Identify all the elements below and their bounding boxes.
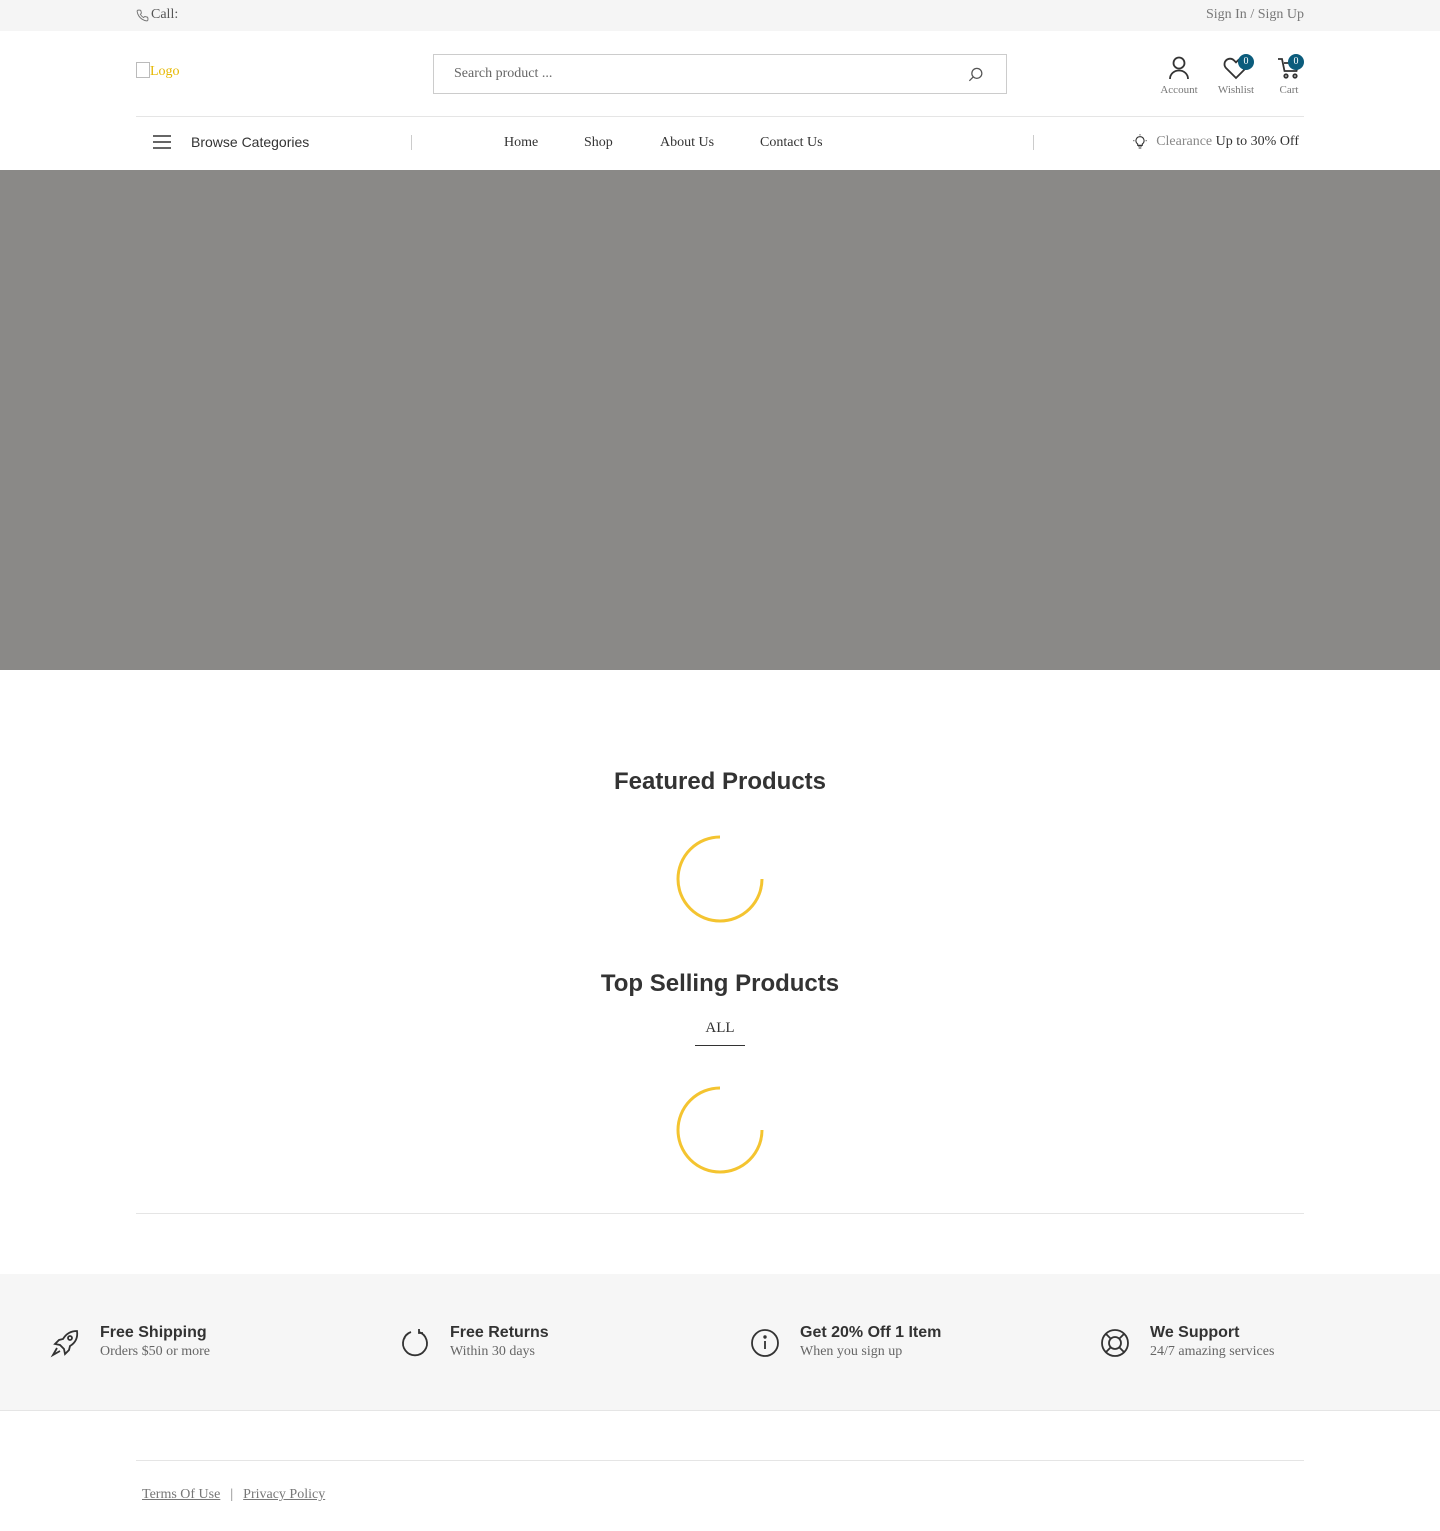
feature-support: We Support 24/7 amazing services	[1100, 1324, 1274, 1360]
feature-subtitle: Orders $50 or more	[100, 1344, 211, 1359]
nav-separator	[411, 135, 412, 150]
auth-links: Sign In / Sign Up	[1206, 7, 1304, 23]
hero-banner	[0, 170, 1440, 670]
nav-item-shop[interactable]: Shop	[584, 135, 613, 151]
wishlist-label: Wishlist	[1217, 84, 1255, 96]
footer-divider	[136, 1460, 1304, 1461]
cart-button[interactable]: Cart 0	[1272, 54, 1306, 96]
search-input[interactable]	[434, 55, 934, 93]
clearance-link[interactable]: Clearance Up to 30% Off	[1132, 134, 1299, 150]
footer-links: Terms Of Use | Privacy Policy	[142, 1487, 325, 1503]
nav-item-contact-us[interactable]: Contact Us	[760, 135, 823, 151]
browse-categories-button[interactable]: Browse Categories	[153, 134, 309, 150]
account-label: Account	[1160, 84, 1198, 96]
top-bar: Call: Sign In / Sign Up	[0, 0, 1440, 31]
clearance-label: Clearance	[1156, 134, 1213, 149]
top-selling-title: Top Selling Products	[600, 970, 840, 997]
sign-in-link[interactable]: Sign In	[1206, 7, 1247, 22]
clearance-offer: Up to 30% Off	[1215, 134, 1299, 149]
footer-separator: |	[230, 1487, 234, 1502]
feature-title: Free Returns	[450, 1324, 549, 1341]
call-label: Call:	[151, 7, 179, 22]
cart-count-badge: 0	[1288, 54, 1304, 70]
loading-spinner-icon	[676, 1086, 764, 1174]
cart-label: Cart	[1279, 84, 1299, 96]
feature-title: Get 20% Off 1 Item	[800, 1324, 942, 1341]
loading-spinner-icon	[676, 835, 764, 923]
feature-title: We Support	[1150, 1324, 1240, 1341]
features-strip: Free Shipping Orders $50 or more Free Re…	[0, 1274, 1440, 1411]
user-icon	[1169, 56, 1189, 80]
rotate-icon	[402, 1329, 428, 1357]
hamburger-icon	[153, 135, 171, 149]
search-icon[interactable]	[966, 65, 986, 85]
featured-products-title: Featured Products	[613, 768, 827, 795]
lifebuoy-icon	[1101, 1329, 1129, 1357]
call-info: Call:	[136, 7, 178, 23]
broken-image-icon	[136, 62, 150, 78]
header-divider	[136, 116, 1304, 117]
nav-separator	[1033, 135, 1034, 150]
logo-alt-text: Logo	[150, 64, 180, 79]
browse-categories-label: Browse Categories	[191, 134, 310, 150]
nav-item-home[interactable]: Home	[504, 135, 538, 151]
nav-item-about-us[interactable]: About Us	[660, 135, 714, 151]
info-icon	[751, 1329, 779, 1357]
terms-of-use-link[interactable]: Terms Of Use	[142, 1487, 220, 1503]
wishlist-count-badge: 0	[1238, 54, 1254, 70]
search-bar	[433, 54, 1007, 94]
auth-separator: /	[1246, 7, 1258, 22]
logo[interactable]: Logo	[136, 62, 180, 80]
section-divider	[136, 1213, 1304, 1214]
rocket-icon	[50, 1330, 79, 1358]
feature-discount: Get 20% Off 1 Item When you sign up	[750, 1324, 941, 1360]
feature-subtitle: When you sign up	[800, 1344, 903, 1359]
tab-all[interactable]: ALL	[695, 1020, 745, 1046]
account-button[interactable]: Account	[1158, 56, 1200, 96]
feature-subtitle: 24/7 amazing services	[1150, 1344, 1275, 1359]
sign-up-link[interactable]: Sign Up	[1258, 7, 1304, 22]
feature-title: Free Shipping	[100, 1324, 207, 1341]
feature-free-shipping: Free Shipping Orders $50 or more	[50, 1324, 210, 1360]
privacy-policy-link[interactable]: Privacy Policy	[243, 1487, 325, 1503]
phone-icon	[136, 9, 149, 21]
lightbulb-icon	[1133, 134, 1147, 149]
wishlist-button[interactable]: Wishlist 0	[1215, 54, 1257, 96]
feature-subtitle: Within 30 days	[450, 1344, 535, 1359]
feature-free-returns: Free Returns Within 30 days	[400, 1324, 549, 1360]
